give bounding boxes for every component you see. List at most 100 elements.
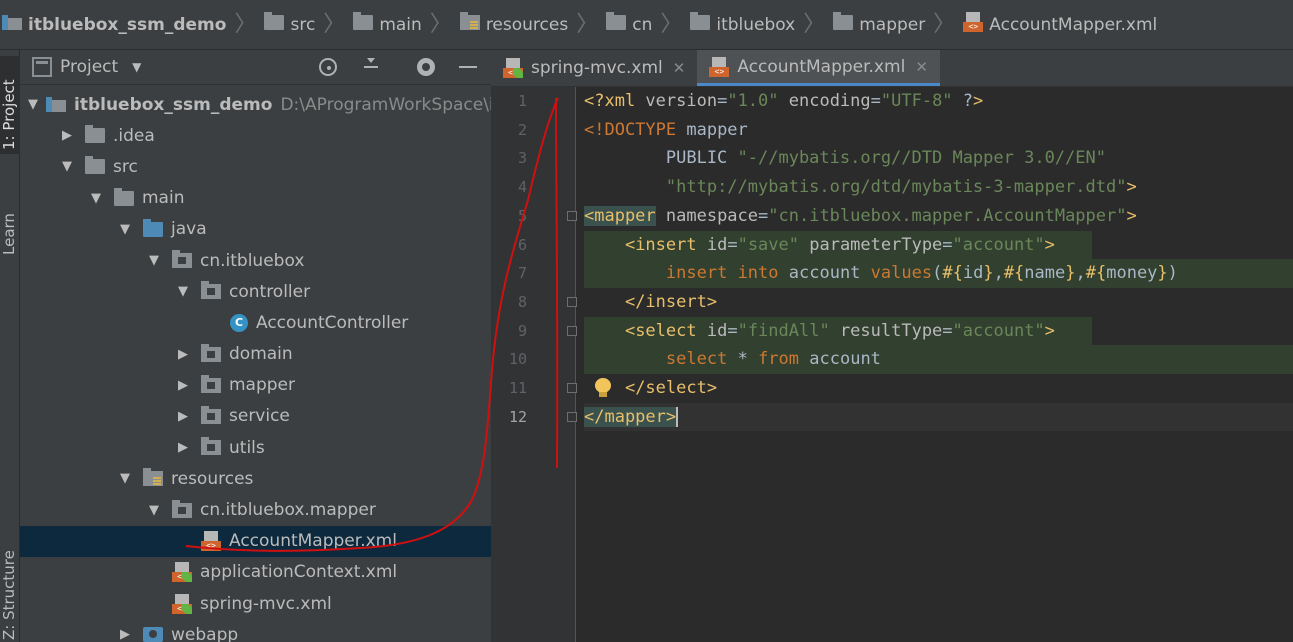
folder-icon xyxy=(114,187,134,206)
resources-folder-icon xyxy=(143,468,163,487)
breadcrumb-label: src xyxy=(290,14,316,35)
fold-marker-icon[interactable] xyxy=(567,325,577,336)
tree-item[interactable]: <> AccountMapper.xml xyxy=(20,525,491,557)
breadcrumb-item[interactable]: mapper xyxy=(833,11,925,35)
target-icon xyxy=(319,58,337,76)
folder-icon xyxy=(690,11,711,30)
expand-right-icon[interactable]: ▶ xyxy=(115,627,135,642)
tree-item[interactable]: ▼ java xyxy=(20,214,491,245)
hide-panel-button[interactable] xyxy=(457,56,479,78)
learn-tool-tab[interactable]: Learn xyxy=(0,185,20,255)
breadcrumb: itbluebox_ssm_demo 〉 src 〉 main 〉 resources 〉 cn… xyxy=(0,0,1293,50)
expand-down-icon[interactable]: ▼ xyxy=(57,159,77,174)
tree-item[interactable]: ▼ resources xyxy=(20,463,491,494)
fold-marker-icon[interactable] xyxy=(567,210,577,221)
expand-down-icon[interactable]: ▼ xyxy=(115,471,135,486)
structure-tool-tab[interactable]: Z: Structure xyxy=(0,520,20,640)
spring-xml-icon: <> xyxy=(172,562,192,583)
folder-icon xyxy=(114,187,134,206)
class-icon: C xyxy=(230,313,248,332)
tree-item[interactable]: C AccountController xyxy=(20,307,491,338)
tree-item[interactable]: ▶ .idea xyxy=(20,120,491,151)
fold-marker-icon[interactable] xyxy=(567,411,577,422)
tree-item[interactable]: ▼ cn.itbluebox xyxy=(20,245,491,276)
breadcrumb-item[interactable]: itbluebox_ssm_demo xyxy=(2,14,226,35)
tree-item[interactable]: <> spring-mvc.xml xyxy=(20,588,491,619)
xml-file-icon: <> xyxy=(963,12,984,32)
tree-item-label: cn.itbluebox.mapper xyxy=(200,500,376,521)
line-number: 7 xyxy=(517,264,527,283)
tree-item-label: resources xyxy=(171,468,254,489)
tree-item[interactable]: ▶ mapper xyxy=(20,370,491,401)
tree-item[interactable]: ▼ controller xyxy=(20,276,491,307)
breadcrumb-label: itbluebox xyxy=(716,14,796,35)
editor-tab[interactable]: <> AccountMapper.xml ✕ xyxy=(697,50,940,86)
expand-right-icon[interactable]: ▶ xyxy=(173,409,193,424)
expand-down-icon[interactable]: ▼ xyxy=(28,97,38,112)
class-icon: C xyxy=(230,313,248,332)
line-number: 2 xyxy=(517,120,527,139)
folder-icon xyxy=(690,11,711,35)
project-icon xyxy=(46,97,66,113)
breadcrumb-item[interactable]: <> AccountMapper.xml xyxy=(963,12,1157,37)
expand-down-icon[interactable]: ▼ xyxy=(144,503,164,518)
folder-icon xyxy=(606,11,627,35)
fold-marker-icon[interactable] xyxy=(567,296,577,307)
breadcrumb-item[interactable]: resources xyxy=(459,11,568,35)
chevron-down-icon[interactable]: ▼ xyxy=(132,60,141,74)
breadcrumb-label: AccountMapper.xml xyxy=(989,14,1158,35)
locate-file-button[interactable] xyxy=(317,56,339,78)
tree-item[interactable]: ▼ itbluebox_ssm_demo D:\AProgramWorkSpace\… xyxy=(20,89,491,120)
tree-item[interactable]: ▶ domain xyxy=(20,339,491,370)
gear-icon xyxy=(417,58,435,76)
line-number: 5 xyxy=(517,206,527,225)
breadcrumb-item[interactable]: itbluebox xyxy=(690,11,796,35)
tree-item[interactable]: ▶ utils xyxy=(20,432,491,463)
close-icon[interactable]: ✕ xyxy=(673,59,686,77)
project-panel-title[interactable]: Project xyxy=(60,57,118,77)
close-icon[interactable]: ✕ xyxy=(915,58,928,76)
expand-down-icon[interactable]: ▼ xyxy=(86,191,106,206)
expand-down-icon[interactable]: ▼ xyxy=(115,222,135,237)
code-line: <mapper namespace="cn.itbluebox.mapper.A… xyxy=(584,205,1137,226)
folder-icon xyxy=(606,11,627,30)
project-tool-tab[interactable]: 1: Project xyxy=(0,56,20,154)
tree-item[interactable]: ▶ webapp xyxy=(20,619,491,642)
web-folder-icon xyxy=(143,627,163,642)
code-line: "http://mybatis.org/dtd/mybatis-3-mapper… xyxy=(665,177,1137,198)
expand-down-icon[interactable]: ▼ xyxy=(144,253,164,268)
tree-item[interactable]: ▼ src xyxy=(20,151,491,182)
expand-down-icon[interactable]: ▼ xyxy=(173,284,193,299)
tree-item[interactable]: ▼ cn.itbluebox.mapper xyxy=(20,494,491,525)
folder-icon xyxy=(85,125,105,144)
tree-item[interactable]: ▼ main xyxy=(20,183,491,214)
line-number: 1 xyxy=(517,92,527,110)
tree-item[interactable]: <> applicationContext.xml xyxy=(20,557,491,588)
expand-right-icon[interactable]: ▶ xyxy=(173,440,193,455)
fold-marker-icon[interactable] xyxy=(567,383,577,393)
breadcrumb-item[interactable]: cn xyxy=(606,11,652,35)
collapse-all-button[interactable] xyxy=(360,56,382,78)
code-editor[interactable]: 1 2 3 4 5 6 7 8 9 10 11 12 <?xml version="1.0" enco… xyxy=(491,87,1293,642)
breadcrumb-label: main xyxy=(379,14,422,35)
expand-right-icon[interactable]: ▶ xyxy=(173,378,193,393)
spring-xml-icon: <> xyxy=(172,562,192,583)
editor-gutter: 1 2 3 4 5 6 7 8 9 10 11 12 xyxy=(491,87,577,642)
breadcrumb-item[interactable]: main xyxy=(353,11,422,35)
tree-item[interactable]: ▶ service xyxy=(20,401,491,432)
resources-folder-icon xyxy=(459,11,480,35)
editor-tab[interactable]: <> spring-mvc.xml ✕ xyxy=(491,50,697,86)
editor-tab-label: spring-mvc.xml xyxy=(531,58,663,78)
package-icon xyxy=(201,437,221,456)
expand-right-icon[interactable]: ▶ xyxy=(173,347,193,362)
lightbulb-icon[interactable] xyxy=(595,378,611,398)
editor-tab-label: AccountMapper.xml xyxy=(737,56,906,77)
folder-icon xyxy=(264,11,285,30)
line-number: 9 xyxy=(517,321,527,340)
breadcrumb-item[interactable]: src xyxy=(264,11,316,35)
expand-right-icon[interactable]: ▶ xyxy=(57,128,77,143)
folder-icon xyxy=(833,11,854,35)
settings-button[interactable] xyxy=(415,56,437,78)
spring-xml-icon: <> xyxy=(503,58,523,78)
chevron-right-icon: 〉 xyxy=(234,11,257,37)
